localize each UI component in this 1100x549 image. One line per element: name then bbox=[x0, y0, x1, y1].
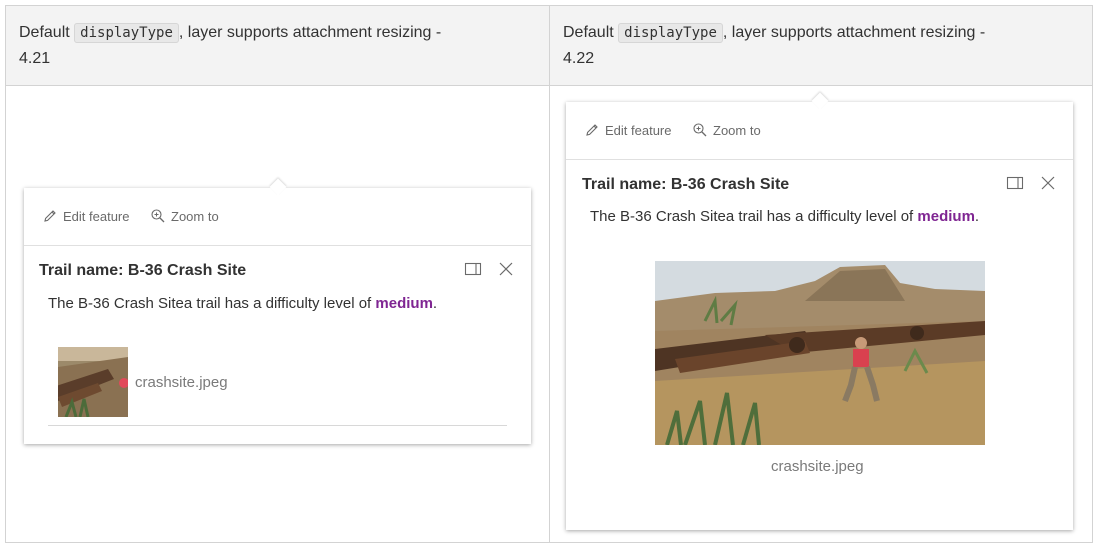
popup-title: Trail name: B-36 Crash Site bbox=[39, 262, 247, 279]
header-cell-421: Default displayType, layer supports atta… bbox=[6, 6, 506, 86]
crash-site-photo bbox=[655, 261, 985, 445]
crash-site-photo bbox=[58, 347, 128, 417]
popup-actions-bar: Edit feature Zoom to bbox=[566, 102, 1073, 160]
zoom-to-button[interactable]: Zoom to bbox=[150, 208, 219, 224]
popup-421: Edit feature Zoom to Trail name: B-36 Cr… bbox=[24, 178, 531, 444]
dock-icon bbox=[464, 262, 482, 276]
zoom-to-label: Zoom to bbox=[171, 208, 219, 224]
description-text: The B-36 Crash Sitea trail has a difficu… bbox=[48, 295, 376, 312]
header-text: Default bbox=[563, 24, 614, 41]
pencil-icon bbox=[44, 210, 56, 222]
description-text: . bbox=[432, 295, 438, 312]
edit-feature-label: Edit feature bbox=[63, 208, 130, 224]
attachment-filename[interactable]: crashsite.jpeg bbox=[135, 374, 228, 391]
close-button[interactable] bbox=[1040, 175, 1056, 196]
description-text: . bbox=[974, 208, 980, 225]
version-label: 4.22 bbox=[563, 50, 595, 67]
edit-feature-label: Edit feature bbox=[605, 122, 672, 138]
close-button[interactable] bbox=[498, 261, 514, 282]
dock-button[interactable] bbox=[464, 262, 482, 281]
attachment-image[interactable] bbox=[655, 261, 985, 445]
dock-button[interactable] bbox=[1006, 176, 1024, 195]
zoom-to-button[interactable]: Zoom to bbox=[692, 122, 761, 138]
close-icon bbox=[1041, 176, 1055, 190]
popup-description: The B-36 Crash Sitea trail has a difficu… bbox=[48, 295, 437, 312]
zoom-in-icon bbox=[693, 123, 707, 137]
edit-feature-button[interactable]: Edit feature bbox=[584, 122, 672, 138]
popup-422: Edit feature Zoom to Trail name: B-36 Cr… bbox=[566, 92, 1073, 530]
popup-actions-bar: Edit feature Zoom to bbox=[24, 188, 531, 246]
close-icon bbox=[499, 262, 513, 276]
zoom-to-label: Zoom to bbox=[713, 122, 761, 138]
attachment-divider bbox=[48, 425, 507, 426]
header-text: , layer supports attachment resizing - bbox=[722, 24, 986, 41]
header-text: , layer supports attachment resizing - bbox=[178, 24, 442, 41]
column-divider bbox=[549, 6, 550, 542]
code-snippet: displayType bbox=[618, 23, 723, 43]
popup-title: Trail name: B-36 Crash Site bbox=[582, 176, 790, 193]
attachment-thumbnail[interactable] bbox=[58, 347, 128, 417]
header-text: Default bbox=[19, 24, 70, 41]
difficulty-value: medium bbox=[917, 208, 975, 225]
difficulty-value: medium bbox=[375, 295, 433, 312]
dock-icon bbox=[1006, 176, 1024, 190]
header-cell-422: Default displayType, layer supports atta… bbox=[550, 6, 1050, 86]
edit-feature-button[interactable]: Edit feature bbox=[42, 208, 130, 224]
version-label: 4.21 bbox=[19, 50, 51, 67]
popup-description: The B-36 Crash Sitea trail has a difficu… bbox=[590, 208, 979, 225]
pencil-icon bbox=[586, 124, 598, 136]
code-snippet: displayType bbox=[74, 23, 179, 43]
attachment-filename[interactable]: crashsite.jpeg bbox=[771, 458, 864, 475]
description-text: The B-36 Crash Sitea trail has a difficu… bbox=[590, 208, 918, 225]
zoom-in-icon bbox=[151, 209, 165, 223]
